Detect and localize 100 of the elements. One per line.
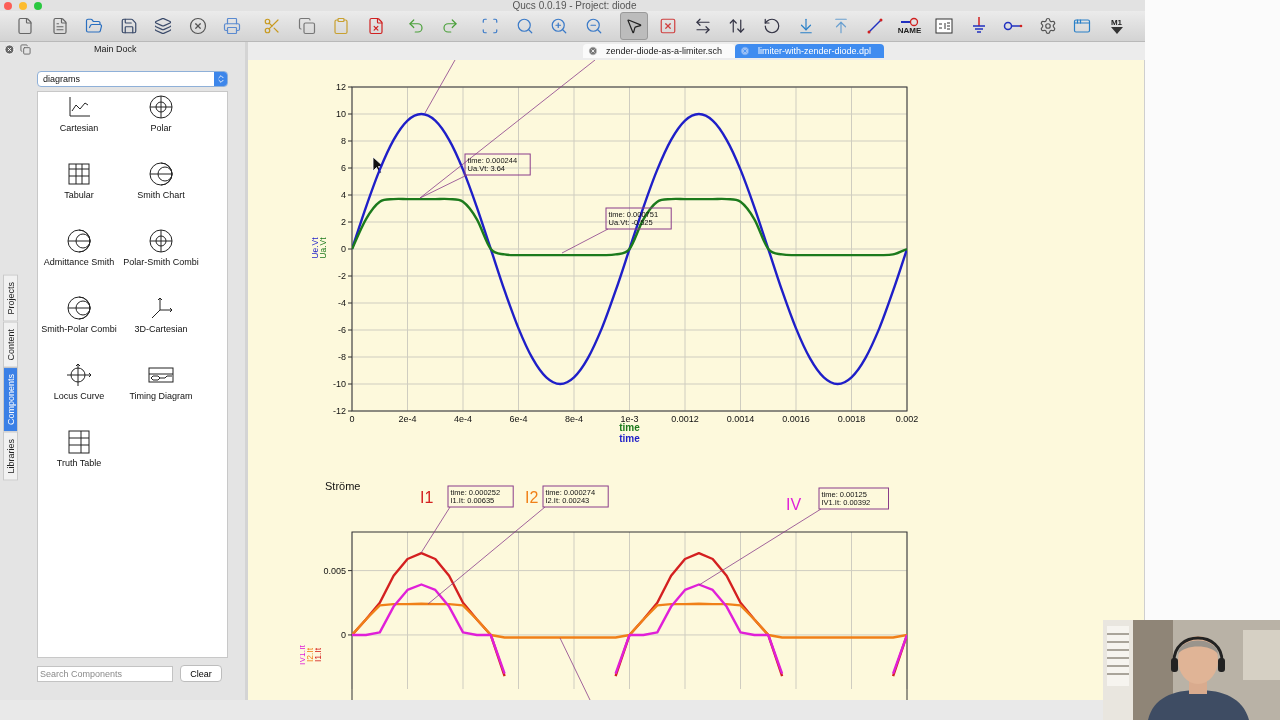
window-icon [1073,17,1091,35]
tick-label: 0 [341,629,346,640]
equation-icon [935,18,953,34]
tick-label: -2 [338,271,346,281]
curve-label: IV [786,496,802,513]
tick-label: 0 [341,244,346,254]
axis-label: I2.It [305,647,315,663]
tick-label: 2e-4 [398,414,417,424]
tick-label: -4 [338,298,346,308]
diagram-item[interactable]: Smith Chart [120,161,202,201]
zoom-in-icon [550,17,568,35]
tick-label: 10 [336,109,346,119]
graph-icon [67,96,91,118]
diagram-item[interactable]: Cartesian [38,94,120,134]
flip-icon [728,17,746,35]
tick-label: 0.0016 [782,414,810,424]
leader-drawing [559,637,591,700]
clipboard-icon [332,17,350,35]
diagram-item[interactable]: Polar-Smith Combi [120,228,202,268]
redo-icon [441,17,459,35]
updown-icon [215,74,226,84]
dock-title: Main Dock [94,44,137,54]
tick-label: 6 [341,163,346,173]
mirror-icon [693,17,712,35]
folder-icon [85,17,103,35]
scissors-icon [263,17,281,35]
pin-icon [900,17,919,27]
rotate-icon [762,17,781,35]
axis-label: IV1.It [300,645,307,665]
tick-label: 0.0014 [726,414,755,424]
category-dropdown[interactable]: diagrams [37,71,228,87]
tick-label: 0.0018 [837,414,866,424]
side-tab[interactable]: Libraries [3,432,18,481]
axis-label: Ue.Vt [310,237,320,259]
tick-label: 0.0012 [671,414,699,424]
select-button[interactable] [619,12,648,40]
printer-icon [223,17,241,35]
curve-label: I2 [525,489,539,506]
axis-label: time [619,422,640,433]
smith-chart-icon [149,162,173,186]
search-field[interactable]: Search Components [37,665,173,682]
diagram-item[interactable]: Tabular [38,161,120,201]
clear-button[interactable]: Clear [180,665,222,682]
tick-label: -12 [333,406,346,416]
file-icon [16,17,34,35]
crosshair-icon [66,363,92,387]
port-icon [1003,21,1023,31]
down-arrow-icon [797,17,815,35]
axes-icon [149,297,173,319]
tick-label: -8 [338,352,346,362]
tick-label: 0 [349,414,355,424]
square-x-icon [659,17,677,35]
pointer-icon [624,17,643,35]
diagram-item[interactable]: Smith-Polar Combi [38,295,120,335]
smith-chart-icon [67,296,91,320]
wire-icon [867,18,883,34]
leader-line [561,228,609,254]
table-icon [68,163,90,185]
timing-icon [148,367,174,383]
axis-label: Ua.Vt [318,237,328,259]
polar-grid-icon [149,229,173,253]
diagram-item[interactable]: Polar [120,94,202,134]
truth-table-icon [68,430,90,454]
diagram-item[interactable]: 3D-Cartesian [120,295,202,335]
tick-label: 12 [336,82,346,92]
polar-grid-icon [149,95,173,119]
document-tab[interactable]: zender-diode-as-a-limiter.sch [583,44,736,58]
tick-label: 8 [341,136,346,146]
cursor-icon [372,156,384,174]
smith-chart-icon [67,229,91,253]
curve-label: I1 [420,489,434,506]
axis-label: time [619,433,640,444]
tick-label: 2 [341,217,346,227]
side-tab[interactable]: Components [3,367,18,433]
side-tab[interactable]: Projects [3,275,18,322]
tick-label: 4e-4 [454,414,472,424]
triangle-icon [1109,26,1124,34]
ground-icon [971,17,986,35]
undo-icon [406,17,425,35]
float-icon[interactable] [20,43,31,55]
tick-label: 1e-3 [620,414,639,424]
window-close-button[interactable] [4,1,12,10]
window-title: Qucs 0.0.19 - Project: diode [512,0,637,11]
tick-label: 0.002 [895,414,919,424]
tick-label: -10 [333,379,346,389]
marker-button[interactable]: M1 [1102,12,1131,40]
label-button[interactable]: NAME [895,12,924,40]
tick-label: 6e-4 [509,414,528,424]
side-tab[interactable]: Content [3,321,18,368]
tick-label: 8e-4 [565,414,583,424]
diagram-item[interactable]: Locus Curve [38,362,120,402]
text-file-icon [50,17,69,35]
diagram-item[interactable]: Admittance Smith [38,228,120,268]
tick-label: 0.005 [323,565,346,576]
diagram-item[interactable]: Timing Diagram [120,362,202,402]
leader-line [419,174,468,199]
tick-label: -6 [338,325,346,335]
tick-label: 4 [341,190,346,200]
diagram-item[interactable]: Truth Table [38,429,120,469]
layers-icon [154,17,172,35]
